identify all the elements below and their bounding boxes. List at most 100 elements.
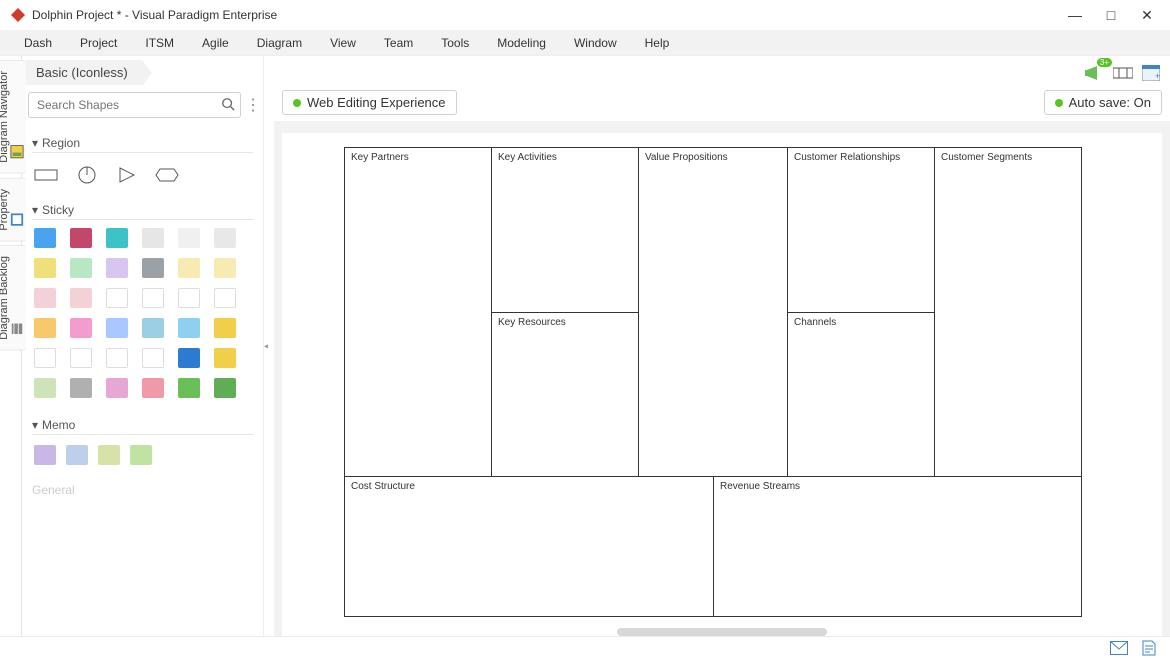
sticky-shape[interactable] — [34, 258, 56, 278]
sticky-shape[interactable] — [178, 318, 200, 338]
sticky-shape[interactable] — [178, 378, 200, 398]
maximize-button[interactable]: □ — [1104, 7, 1118, 24]
sticky-shape[interactable] — [34, 228, 56, 248]
panel-icon[interactable]: + — [1140, 62, 1162, 84]
menu-tools[interactable]: Tools — [427, 30, 483, 56]
vtab-diagram-backlog[interactable]: Diagram Backlog — [0, 245, 26, 351]
search-icon[interactable] — [221, 97, 235, 114]
category-label: Sticky — [42, 203, 74, 217]
shape-hexagon[interactable] — [154, 165, 180, 185]
menu-diagram[interactable]: Diagram — [243, 30, 316, 56]
sticky-shape[interactable] — [178, 288, 200, 308]
cell-value-propositions[interactable]: Value Propositions — [638, 147, 788, 477]
vertical-tabs: Diagram Navigator Property Diagram Backl… — [0, 56, 22, 636]
chevron-down-icon: ▾ — [32, 136, 42, 150]
sticky-shape[interactable] — [34, 288, 56, 308]
menubar: Dash Project ITSM Agile Diagram View Tea… — [0, 30, 1170, 56]
sticky-shape[interactable] — [106, 348, 128, 368]
sticky-shape[interactable] — [106, 258, 128, 278]
sticky-shape[interactable] — [106, 228, 128, 248]
note-icon[interactable] — [1142, 640, 1156, 656]
menu-agile[interactable]: Agile — [188, 30, 243, 56]
statusbar — [0, 636, 1170, 658]
sticky-shape[interactable] — [106, 378, 128, 398]
category-memo[interactable]: ▾Memo — [32, 410, 253, 435]
sticky-shape[interactable] — [142, 288, 164, 308]
cell-key-partners[interactable]: Key Partners — [344, 147, 492, 477]
menu-view[interactable]: View — [316, 30, 370, 56]
menu-dash[interactable]: Dash — [10, 30, 66, 56]
menu-help[interactable]: Help — [631, 30, 684, 56]
mail-icon[interactable] — [1110, 641, 1128, 655]
category-sticky[interactable]: ▾Sticky — [32, 195, 253, 220]
sticky-shape[interactable] — [142, 228, 164, 248]
autosave-indicator[interactable]: Auto save: On — [1044, 90, 1162, 115]
memo-shape[interactable] — [130, 445, 152, 465]
cell-revenue-streams[interactable]: Revenue Streams — [713, 476, 1082, 617]
cell-channels[interactable]: Channels — [787, 312, 935, 477]
sticky-shape[interactable] — [142, 318, 164, 338]
shape-triangle[interactable] — [114, 165, 140, 185]
cell-customer-relationships[interactable]: Customer Relationships — [787, 147, 935, 313]
cell-cost-structure[interactable]: Cost Structure — [344, 476, 714, 617]
sticky-shape[interactable] — [214, 378, 236, 398]
category-region[interactable]: ▾Region — [32, 128, 253, 153]
sticky-shape[interactable] — [178, 348, 200, 368]
sticky-shape[interactable] — [70, 258, 92, 278]
menu-modeling[interactable]: Modeling — [483, 30, 560, 56]
sticky-shape[interactable] — [214, 318, 236, 338]
splitter[interactable]: ◂ — [264, 56, 274, 636]
layout-icon[interactable] — [1112, 62, 1134, 84]
minimize-button[interactable]: — — [1068, 7, 1082, 24]
sticky-shape[interactable] — [142, 258, 164, 278]
sticky-shape[interactable] — [70, 288, 92, 308]
cell-key-activities[interactable]: Key Activities — [491, 147, 639, 313]
memo-shape[interactable] — [98, 445, 120, 465]
menu-itsm[interactable]: ITSM — [131, 30, 188, 56]
announcement-icon[interactable]: 3+ — [1084, 62, 1106, 84]
cell-key-resources[interactable]: Key Resources — [491, 312, 639, 477]
chevron-down-icon: ▾ — [32, 203, 42, 217]
sticky-shape[interactable] — [34, 378, 56, 398]
cell-label: Channels — [788, 313, 934, 332]
sticky-shape[interactable] — [214, 348, 236, 368]
cell-label: Value Propositions — [639, 148, 787, 167]
badge: 3+ — [1097, 58, 1112, 67]
close-button[interactable]: ✕ — [1140, 7, 1154, 24]
sidebar-menu-icon[interactable]: ⋮ — [245, 95, 257, 115]
sticky-shape[interactable] — [34, 318, 56, 338]
category-general[interactable]: General — [32, 475, 253, 499]
vtab-diagram-navigator[interactable]: Diagram Navigator — [0, 60, 26, 174]
menu-team[interactable]: Team — [370, 30, 427, 56]
sticky-shape[interactable] — [142, 348, 164, 368]
menu-project[interactable]: Project — [66, 30, 131, 56]
sticky-shape[interactable] — [214, 228, 236, 248]
diagram-canvas[interactable]: Key Partners Key Activities Key Resource… — [282, 133, 1162, 636]
sticky-shape[interactable] — [70, 378, 92, 398]
sticky-shape[interactable] — [106, 288, 128, 308]
shape-rectangle[interactable] — [34, 165, 60, 185]
sticky-shape[interactable] — [142, 378, 164, 398]
sticky-shape[interactable] — [70, 348, 92, 368]
sticky-shape[interactable] — [178, 258, 200, 278]
sticky-shape[interactable] — [70, 318, 92, 338]
sticky-shape[interactable] — [106, 318, 128, 338]
tab-web-editing[interactable]: Web Editing Experience — [282, 90, 457, 115]
titlebar: Dolphin Project * - Visual Paradigm Ente… — [0, 0, 1170, 30]
horizontal-scrollbar[interactable] — [617, 628, 827, 636]
status-dot-icon — [1055, 99, 1063, 107]
sticky-shape[interactable] — [178, 228, 200, 248]
memo-shape[interactable] — [34, 445, 56, 465]
sticky-shape[interactable] — [214, 258, 236, 278]
sticky-shape[interactable] — [214, 288, 236, 308]
vtab-property[interactable]: Property — [0, 178, 26, 242]
category-label: Region — [42, 136, 80, 150]
search-input[interactable] — [28, 92, 241, 118]
sticky-shape[interactable] — [34, 348, 56, 368]
memo-shape[interactable] — [66, 445, 88, 465]
cell-customer-segments[interactable]: Customer Segments — [934, 147, 1082, 477]
breadcrumb[interactable]: Basic (Iconless) — [26, 60, 142, 85]
sticky-shape[interactable] — [70, 228, 92, 248]
menu-window[interactable]: Window — [560, 30, 631, 56]
shape-circle[interactable] — [74, 165, 100, 185]
